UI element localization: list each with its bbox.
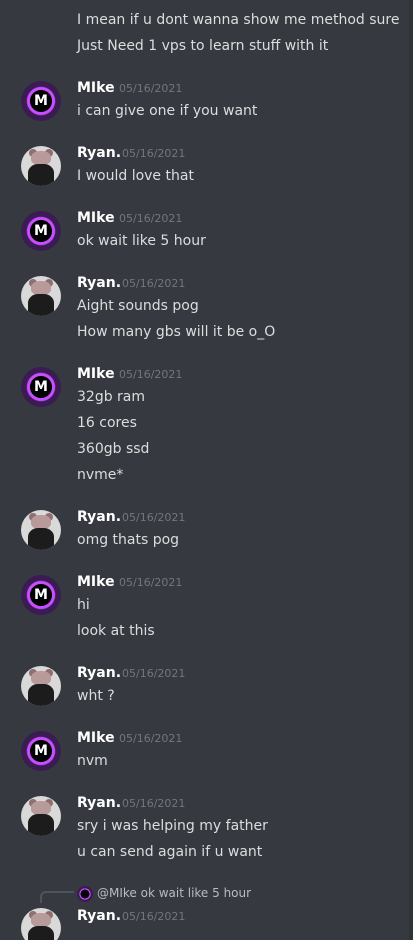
timestamp: 05/16/2021	[119, 82, 183, 95]
timestamp: 05/16/2021	[119, 576, 183, 589]
user-avatar[interactable]	[21, 666, 61, 706]
reply-connector	[40, 891, 74, 903]
message-text: Just Need 1 vps to learn stuff with it	[77, 38, 329, 54]
avatar-letter: M	[34, 587, 48, 603]
message-text: ok wait like 5 hour	[77, 233, 206, 249]
timestamp: 05/16/2021	[122, 910, 186, 923]
message-text: sry i was helping my father	[77, 818, 268, 834]
message-text: nvm	[77, 753, 108, 769]
username[interactable]: MIke	[77, 79, 115, 97]
avatar-letter: M	[34, 743, 48, 759]
timestamp: 05/16/2021	[122, 147, 186, 160]
avatar-head	[31, 515, 51, 529]
user-avatar[interactable]: M	[21, 211, 61, 251]
avatar-body	[28, 528, 54, 550]
message-text: Aight sounds pog	[77, 298, 199, 314]
avatar-body	[28, 684, 54, 706]
message-text: nvme*	[77, 467, 124, 483]
user-avatar[interactable]: M	[21, 575, 61, 615]
timestamp: 05/16/2021	[119, 732, 183, 745]
avatar-body	[28, 294, 54, 316]
message-text: i can give one if you want	[77, 103, 258, 119]
avatar-head	[31, 671, 51, 685]
user-avatar[interactable]: M	[21, 731, 61, 771]
message-text: I mean if u dont wanna show me method su…	[77, 12, 400, 28]
username[interactable]: Ryan.	[77, 508, 121, 526]
user-avatar[interactable]: M	[21, 81, 61, 121]
username[interactable]: Ryan.	[77, 144, 121, 162]
chat-message-list: I mean if u dont wanna show me method su…	[0, 0, 413, 940]
user-avatar[interactable]	[21, 146, 61, 186]
username[interactable]: Ryan.	[77, 274, 121, 292]
timestamp: 05/16/2021	[122, 277, 186, 290]
message-text: 32gb ram	[77, 389, 146, 405]
message-text: 16 cores	[77, 415, 137, 431]
avatar-body	[28, 926, 54, 940]
username[interactable]: Ryan.	[77, 907, 121, 925]
reply-avatar[interactable]	[77, 886, 93, 902]
username[interactable]: MIke	[77, 729, 115, 747]
timestamp: 05/16/2021	[122, 667, 186, 680]
message-text: How many gbs will it be o_O	[77, 324, 276, 340]
message-text: omg thats pog	[77, 532, 180, 548]
user-avatar[interactable]	[21, 510, 61, 550]
username[interactable]: MIke	[77, 209, 115, 227]
avatar-head	[31, 801, 51, 815]
username[interactable]: Ryan.	[77, 794, 121, 812]
user-avatar[interactable]	[21, 276, 61, 316]
user-avatar[interactable]	[21, 908, 61, 940]
user-avatar[interactable]	[21, 796, 61, 836]
message-text: 360gb ssd	[77, 441, 150, 457]
message-text: I would love that	[77, 168, 194, 184]
user-avatar[interactable]: M	[21, 367, 61, 407]
avatar-head	[31, 151, 51, 165]
message-text: u can send again if u want	[77, 844, 263, 860]
avatar-body	[28, 814, 54, 836]
avatar-letter: M	[34, 223, 48, 239]
message-text: wht ?	[77, 688, 115, 704]
timestamp: 05/16/2021	[122, 511, 186, 524]
username[interactable]: MIke	[77, 573, 115, 591]
avatar-letter: M	[34, 93, 48, 109]
avatar-head	[31, 281, 51, 295]
timestamp: 05/16/2021	[119, 212, 183, 225]
message-text: hi	[77, 597, 90, 613]
avatar-head	[31, 913, 51, 927]
username[interactable]: Ryan.	[77, 664, 121, 682]
scrollbar-track[interactable]	[409, 0, 413, 940]
message-text: look at this	[77, 623, 155, 639]
reply-preview[interactable]: @MIke ok wait like 5 hour	[97, 885, 251, 901]
avatar-body	[28, 164, 54, 186]
avatar-letter: M	[34, 379, 48, 395]
timestamp: 05/16/2021	[122, 797, 186, 810]
username[interactable]: MIke	[77, 365, 115, 383]
timestamp: 05/16/2021	[119, 368, 183, 381]
